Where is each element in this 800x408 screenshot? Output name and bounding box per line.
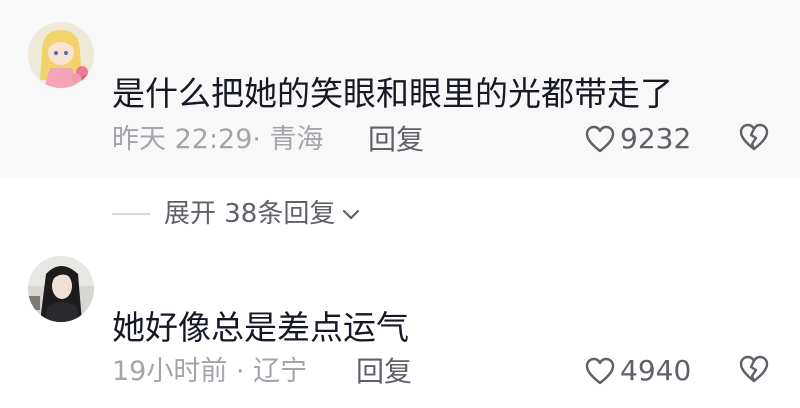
broken-heart-icon — [739, 355, 769, 383]
like-button[interactable]: 9232 — [584, 122, 691, 156]
expand-replies-label: 展开 38条回复 — [164, 199, 336, 229]
comment-meta: 昨天 22:29· 青海 — [112, 124, 324, 155]
chevron-down-icon — [343, 209, 360, 220]
like-button[interactable]: 4940 — [584, 354, 691, 388]
expand-replies-button[interactable]: 展开 38条回复 — [112, 196, 361, 232]
divider-line — [112, 213, 150, 215]
avatar[interactable] — [28, 22, 94, 88]
reply-button[interactable]: 回复 — [368, 124, 424, 156]
comment-meta: 19小时前 · 辽宁 — [112, 356, 308, 387]
dislike-button[interactable] — [738, 122, 770, 156]
heart-icon — [585, 125, 615, 153]
dislike-button[interactable] — [738, 354, 770, 388]
like-count: 4940 — [620, 354, 692, 387]
broken-heart-icon — [739, 123, 769, 151]
comment-text: 是什么把她的笑眼和眼里的光都带走了 — [112, 74, 673, 113]
avatar-image — [28, 256, 94, 322]
comment-item: 她好像总是差点运气 19小时前 · 辽宁 回复 4940 — [0, 240, 800, 408]
comment-item: 是什么把她的笑眼和眼里的光都带走了 昨天 22:29· 青海 回复 9232 — [0, 0, 800, 178]
avatar-image — [28, 22, 94, 88]
avatar[interactable] — [28, 256, 94, 322]
comment-text: 她好像总是差点运气 — [112, 308, 409, 347]
heart-icon — [585, 357, 615, 385]
reply-button[interactable]: 回复 — [356, 356, 412, 388]
like-count: 9232 — [620, 122, 692, 155]
